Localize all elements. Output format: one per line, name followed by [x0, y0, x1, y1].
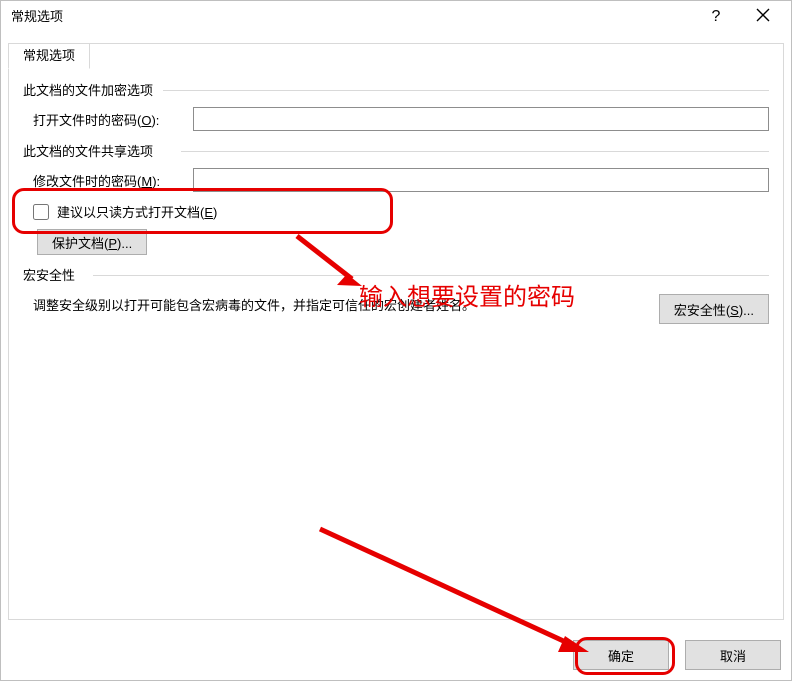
row-macro: 调整安全级别以打开可能包含宏病毒的文件，并指定可信任的宏创建者姓名。 宏安全性(… [33, 294, 769, 324]
titlebar: 常规选项 ? [1, 1, 791, 33]
macro-security-button[interactable]: 宏安全性(S)... [659, 294, 769, 324]
section-share: 此文档的文件共享选项 修改文件时的密码(M): 建议以只读方式打开文档(E) 保… [23, 141, 769, 255]
section-share-legend: 此文档的文件共享选项 [23, 141, 769, 160]
modify-password-input[interactable] [193, 168, 769, 192]
open-password-input[interactable] [193, 107, 769, 131]
readonly-label: 建议以只读方式打开文档(E) [57, 202, 217, 221]
section-encrypt: 此文档的文件加密选项 打开文件时的密码(O): [23, 80, 769, 131]
section-macro: 宏安全性 调整安全级别以打开可能包含宏病毒的文件，并指定可信任的宏创建者姓名。 … [23, 265, 769, 324]
dialog-footer: 确定 取消 [573, 640, 781, 670]
ok-button[interactable]: 确定 [573, 640, 669, 670]
tab-container: 常规选项 此文档的文件加密选项 打开文件时的密码(O): 此文档的文件共享选项 … [8, 43, 784, 620]
tab-general[interactable]: 常规选项 [8, 43, 90, 69]
section-encrypt-legend: 此文档的文件加密选项 [23, 80, 769, 99]
cancel-button[interactable]: 取消 [685, 640, 781, 670]
row-modify-password: 修改文件时的密码(M): [33, 168, 769, 192]
dialog-title: 常规选项 [11, 9, 63, 24]
readonly-checkbox[interactable] [33, 204, 49, 220]
dialog-window: 常规选项 ? 常规选项 此文档的文件加密选项 打开文件时的密码(O): 此文档的… [0, 0, 792, 681]
section-macro-legend: 宏安全性 [23, 265, 769, 284]
protect-document-button[interactable]: 保护文档(P)... [37, 229, 147, 255]
help-button[interactable]: ? [699, 1, 733, 33]
row-open-password: 打开文件时的密码(O): [33, 107, 769, 131]
close-button[interactable] [741, 1, 785, 33]
macro-desc: 调整安全级别以打开可能包含宏病毒的文件，并指定可信任的宏创建者姓名。 [33, 294, 659, 317]
row-readonly-recommend: 建议以只读方式打开文档(E) [33, 202, 769, 221]
open-password-label: 打开文件时的密码(O): [33, 110, 193, 129]
modify-password-label: 修改文件时的密码(M): [33, 171, 193, 190]
